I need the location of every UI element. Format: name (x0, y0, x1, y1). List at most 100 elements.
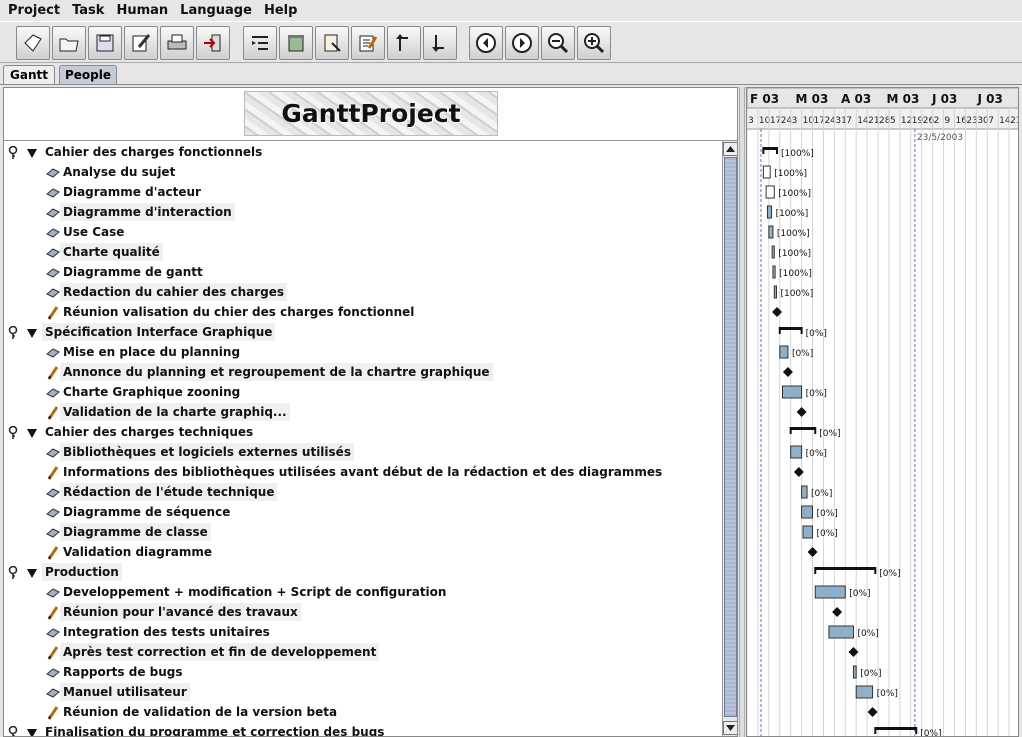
task-name: Diagramme de gantt (63, 265, 203, 279)
summary-bar (763, 147, 778, 150)
task-row[interactable]: Manuel utilisateur (4, 682, 719, 702)
task-icon (46, 485, 60, 499)
tab-bar: Gantt People (0, 64, 1022, 84)
scroll-forward-icon (512, 33, 532, 53)
milestone-diamond (772, 307, 783, 317)
completion-label: [0%] (849, 589, 870, 599)
delete-task-button[interactable] (279, 26, 313, 60)
expand-key-icon[interactable] (7, 565, 19, 579)
task-row[interactable]: Diagramme de classe (4, 522, 719, 542)
task-bar (779, 345, 789, 359)
task-icon (46, 165, 60, 179)
task-properties-button[interactable] (315, 26, 349, 60)
open-button[interactable] (52, 26, 86, 60)
task-row[interactable]: Redaction du cahier des charges (4, 282, 719, 302)
task-icon (46, 345, 60, 359)
task-name: Developpement + modification + Script de… (63, 585, 447, 599)
task-row[interactable]: Après test correction et fin de developp… (4, 642, 719, 662)
new-task-button[interactable] (243, 26, 277, 60)
task-icon (46, 585, 60, 599)
summary-bar (815, 567, 876, 570)
task-row[interactable]: Diagramme d'interaction (4, 202, 719, 222)
collapse-triangle-icon[interactable] (26, 425, 38, 438)
expand-key-icon[interactable] (7, 725, 19, 736)
new-button[interactable] (16, 26, 50, 60)
task-name: Diagramme de classe (60, 523, 211, 541)
task-row[interactable]: Réunion de validation de la version beta (4, 702, 719, 722)
task-icon (46, 185, 60, 199)
collapse-triangle-icon[interactable] (26, 145, 38, 158)
split-divider[interactable] (739, 87, 745, 737)
print-button[interactable] (160, 26, 194, 60)
task-row[interactable]: Annonce du planning et regroupement de l… (4, 362, 719, 382)
menu-language[interactable]: Language (174, 0, 258, 21)
zoom-out-button[interactable] (541, 26, 575, 60)
task-icon (46, 265, 60, 279)
completion-label: [0%] (806, 389, 827, 399)
scroll-forward-button[interactable] (505, 26, 539, 60)
task-icon (46, 385, 60, 399)
scroll-up-button[interactable] (723, 142, 737, 156)
task-group-row[interactable]: Spécification Interface Graphique (4, 322, 719, 342)
task-bar (801, 505, 814, 519)
indent-button[interactable] (423, 26, 457, 60)
task-group-row[interactable]: Production (4, 562, 719, 582)
task-icon (46, 205, 60, 219)
task-icon (46, 525, 60, 539)
task-row[interactable]: Validation de la charte graphiq... (4, 402, 719, 422)
task-row[interactable]: Mise en place du planning (4, 342, 719, 362)
scroll-thumb[interactable] (724, 157, 737, 717)
task-row[interactable]: Réunion pour l'avancé des travaux (4, 602, 719, 622)
collapse-triangle-icon[interactable] (26, 725, 38, 736)
expand-key-icon[interactable] (7, 425, 19, 439)
scroll-back-button[interactable] (469, 26, 503, 60)
task-group-row[interactable]: Cahier des charges techniques (4, 422, 719, 442)
save-button[interactable] (88, 26, 122, 60)
task-row[interactable]: Rédaction de l'étude technique (4, 482, 719, 502)
expand-key-icon[interactable] (7, 325, 19, 339)
collapse-triangle-icon[interactable] (26, 325, 38, 338)
summary-bar (790, 427, 816, 430)
task-row[interactable]: Diagramme de gantt (4, 262, 719, 282)
task-row[interactable]: Developpement + modification + Script de… (4, 582, 719, 602)
tab-people[interactable]: People (59, 65, 117, 84)
task-row[interactable]: Informations des bibliothèques utilisées… (4, 462, 719, 482)
task-row[interactable]: Rapports de bugs (4, 662, 719, 682)
menu-help[interactable]: Help (258, 0, 303, 21)
tree-scrollbar[interactable] (722, 141, 737, 736)
scroll-down-button[interactable] (723, 721, 737, 735)
expand-key-icon[interactable] (7, 145, 19, 159)
task-row[interactable]: Use Case (4, 222, 719, 242)
task-notes-button[interactable] (351, 26, 385, 60)
task-group-row[interactable]: Cahier des charges fonctionnels (4, 142, 719, 162)
task-row[interactable]: Charte Graphique zooning (4, 382, 719, 402)
task-row[interactable]: Integration des tests unitaires (4, 622, 719, 642)
menu-project[interactable]: Project (2, 0, 66, 21)
ganttproject-logo: GanttProject (244, 91, 498, 136)
task-row[interactable]: Charte qualité (4, 242, 719, 262)
task-row[interactable]: Diagramme de séquence (4, 502, 719, 522)
summary-bar (875, 727, 917, 730)
task-group-row[interactable]: Finalisation du programme et correction … (4, 722, 719, 736)
gantt-chart[interactable]: F 03 M 03 A 03 M 03 J 03 J 033 10 17 24 3 10 17 24 31… (747, 88, 1019, 737)
exit-button[interactable] (196, 26, 230, 60)
month-label: J 03 (931, 92, 957, 106)
task-bar (771, 245, 775, 259)
menu-human[interactable]: Human (110, 0, 174, 21)
collapse-triangle-icon[interactable] (26, 565, 38, 578)
zoom-in-button[interactable] (577, 26, 611, 60)
task-name: Charte Graphique zooning (63, 385, 241, 399)
task-row[interactable]: Bibliothèques et logiciels externes util… (4, 442, 719, 462)
unindent-button[interactable] (387, 26, 421, 60)
task-name: Bibliothèques et logiciels externes util… (60, 443, 354, 461)
task-row[interactable]: Validation diagramme (4, 542, 719, 562)
task-row[interactable]: Diagramme d'acteur (4, 182, 719, 202)
edit-button[interactable] (124, 26, 158, 60)
tab-gantt[interactable]: Gantt (3, 65, 55, 84)
menu-task[interactable]: Task (66, 0, 110, 21)
task-name: Mise en place du planning (63, 345, 241, 359)
task-name: Charte qualité (60, 243, 163, 261)
task-name: Manuel utilisateur (60, 683, 190, 701)
task-row[interactable]: Réunion valisation du chier des charges … (4, 302, 719, 322)
task-row[interactable]: Analyse du sujet (4, 162, 719, 182)
